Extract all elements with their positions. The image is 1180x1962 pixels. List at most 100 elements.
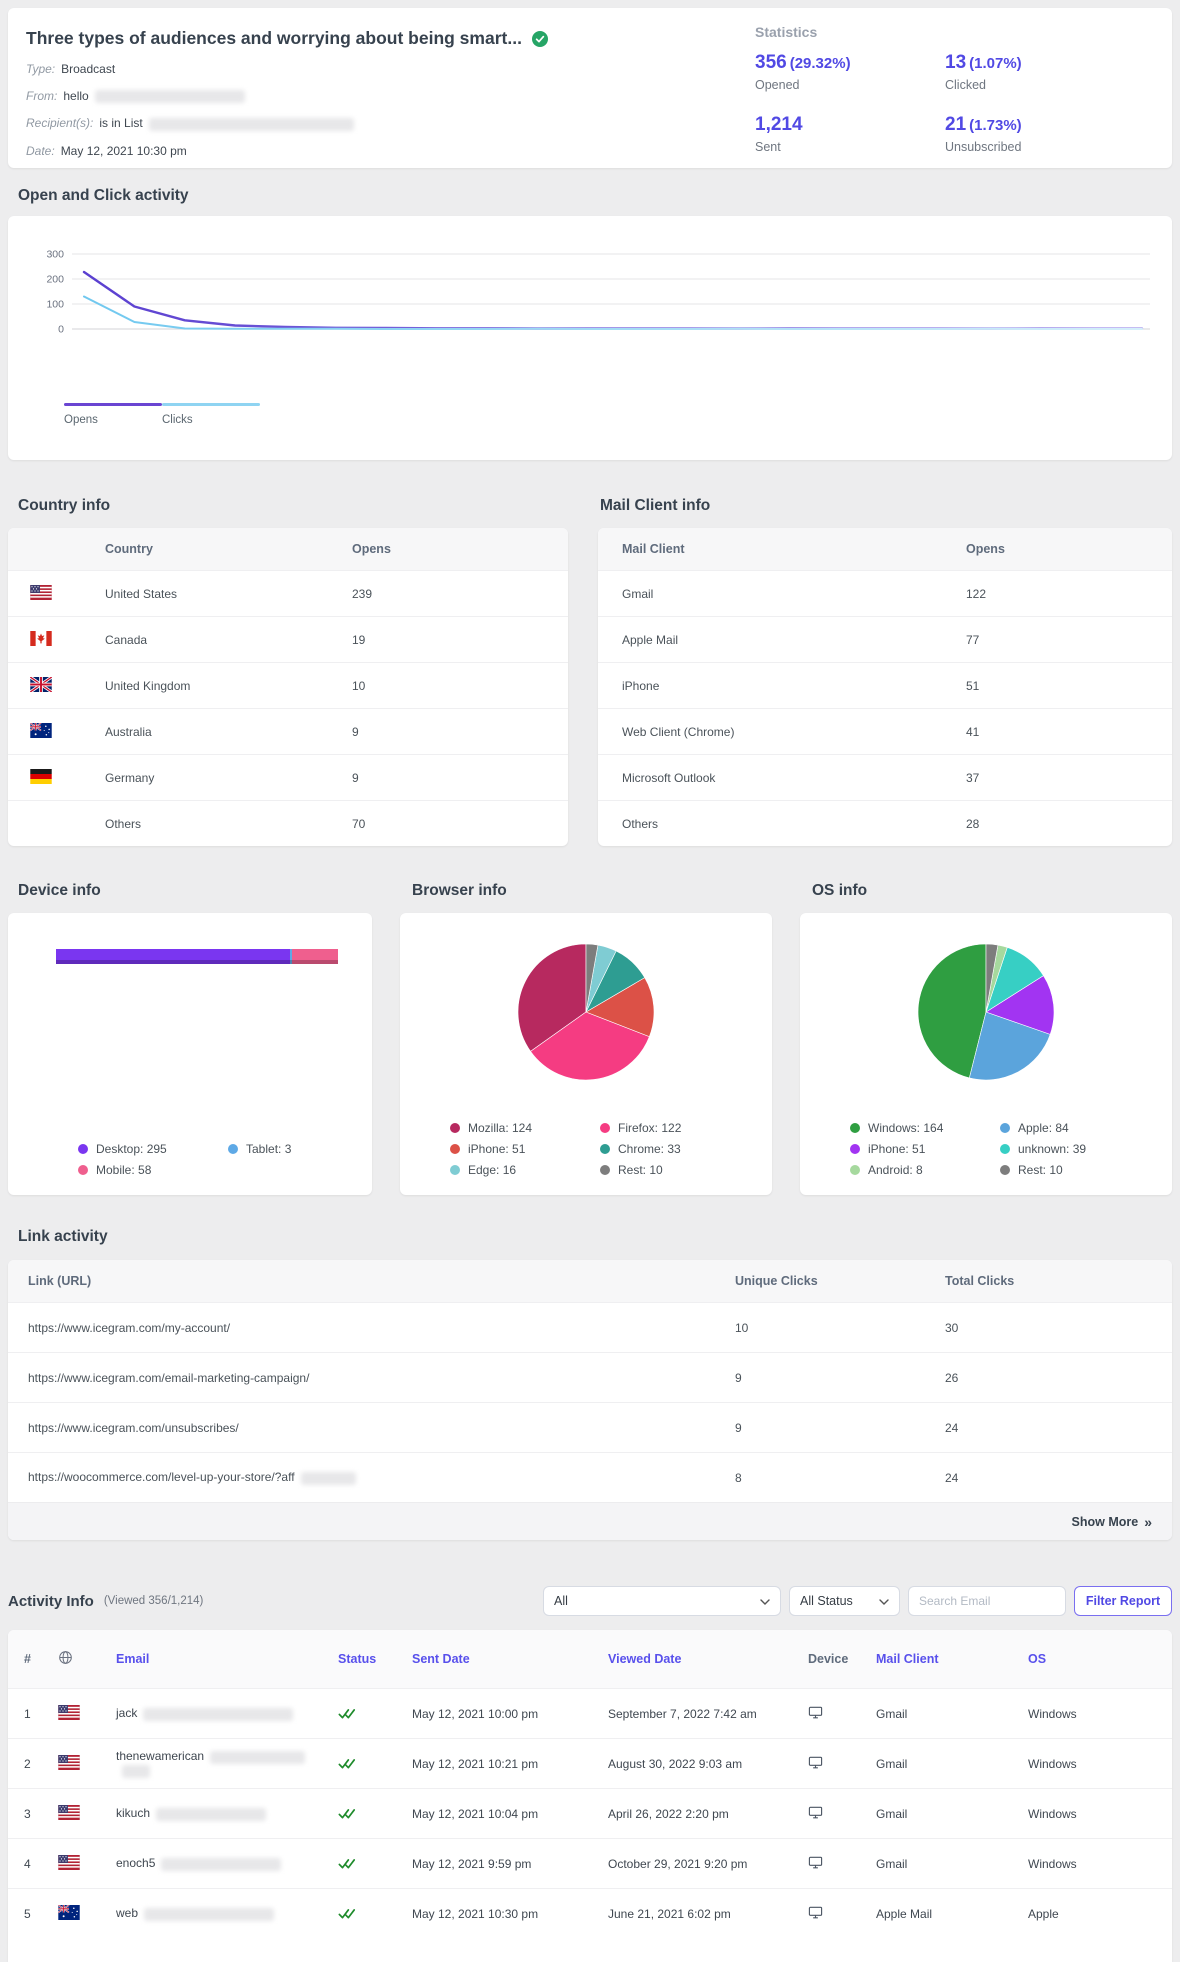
browser-info-card: Mozilla: 124 Firefox: 122 iPhone: 51 Chrome… (400, 913, 772, 1195)
browser-legend: Mozilla: 124 Firefox: 122 iPhone: 51 Chrome… (400, 1121, 772, 1177)
browser-info-heading: Browser info (412, 882, 507, 899)
show-more-link[interactable]: Show More » (1072, 1514, 1152, 1530)
open-click-chart-card: 300 200 100 0 Opens Clicks (8, 216, 1172, 460)
stat-item: 356 (29.32%) Opened (755, 52, 945, 92)
search-email-input[interactable] (908, 1586, 1066, 1616)
legend-item: Tablet: 3 (228, 1142, 352, 1156)
activity-col-header-sent-date: Sent Date (412, 1652, 470, 1666)
os-cell: Windows (1028, 1856, 1077, 1871)
country-opens: 9 (352, 724, 359, 739)
svg-text:0: 0 (58, 324, 64, 336)
activity-col-header-email: Email (116, 1652, 150, 1666)
activity-col-header-device: Device (808, 1652, 849, 1666)
activity-col-header-os: OS (1028, 1652, 1047, 1666)
viewed-count: (Viewed 356/1,214) (103, 1595, 204, 1607)
country-info-heading: Country info (18, 497, 111, 514)
activity-table-card: # Email Status Sent Date Viewed Date Device Ma… (8, 1630, 1172, 1962)
email-prefix: kikuch (116, 1806, 151, 1821)
status-opened-icon (338, 1907, 412, 1921)
mail-client-info-card: Mail Client Opens Gmail 122 Apple Mail 77 iP… (598, 528, 1172, 846)
unique-clicks-value: 8 (735, 1470, 742, 1485)
legend-item: Firefox: 122 (600, 1121, 772, 1135)
legend-item: iPhone: 51 (850, 1142, 1000, 1156)
link-url: https://woocommerce.com/level-up-your-st… (28, 1470, 735, 1485)
meta-value: May 12, 2021 10:30 pm (60, 143, 187, 158)
link-activity-row: https://www.icegram.com/unsubscribes/9 24 (8, 1402, 1172, 1452)
mail-client-name: Others (622, 816, 659, 831)
legend-label: iPhone: 51 (468, 1142, 526, 1156)
legend-line-swatch (64, 403, 162, 406)
legend-color-dot (1000, 1165, 1010, 1175)
country-opens-col-header: Opens (352, 542, 391, 556)
svg-text:100: 100 (46, 299, 64, 311)
check-circle-icon (531, 30, 548, 47)
meta-label: Type: (26, 62, 56, 76)
email-prefix: jack (116, 1706, 138, 1721)
open-click-line-chart: 300 200 100 0 (24, 232, 1156, 357)
sent-date: May 12, 2021 10:00 pm (412, 1706, 539, 1721)
mail-client-name: Microsoft Outlook (622, 770, 716, 785)
de-flag-icon (30, 768, 52, 784)
campaign-filter-select[interactable]: All (543, 1586, 781, 1616)
link-url: https://www.icegram.com/email-marketing-… (28, 1370, 310, 1385)
flag-cell (58, 1804, 116, 1823)
redacted-text (122, 1764, 150, 1778)
country-name: Australia (105, 724, 152, 739)
stat-item: 21 (1.73%) Unsubscribed (945, 114, 1135, 154)
country-name: Canada (105, 632, 148, 647)
mail-client-info-heading: Mail Client info (600, 497, 711, 514)
mail-client-cell: Gmail (876, 1856, 908, 1871)
mail-client-row: Apple Mail 77 (598, 616, 1172, 662)
link-url-col-header: Link (URL) (28, 1274, 92, 1288)
legend-line-swatch (162, 403, 260, 406)
email-cell: enoch5 (116, 1856, 338, 1871)
meta-label: From: (26, 89, 58, 103)
meta-value: hello (63, 89, 89, 103)
flag-cell (30, 630, 105, 649)
viewed-date: June 21, 2021 6:02 pm (608, 1906, 731, 1921)
legend-label: Apple: 84 (1018, 1121, 1069, 1135)
legend-item: Mozilla: 124 (450, 1121, 600, 1135)
legend-color-dot (1000, 1123, 1010, 1133)
unique-clicks-value: 9 (735, 1370, 742, 1385)
email-cell: kikuch (116, 1806, 338, 1821)
au-flag-icon (58, 1904, 80, 1920)
legend-item: Chrome: 33 (600, 1142, 772, 1156)
legend-label: Mozilla: 124 (468, 1121, 533, 1135)
country-opens: 19 (352, 632, 366, 647)
stat-value: 1,214 (755, 114, 803, 135)
browser-pie-chart (400, 927, 772, 1097)
desktop-device-icon (808, 1755, 876, 1773)
status-filter-select[interactable]: All Status (789, 1586, 900, 1616)
activity-row: 3 kikuch May 12, 2021 10:04 pm April 26, 20… (8, 1788, 1172, 1838)
viewed-date: April 26, 2022 2:20 pm (608, 1806, 729, 1821)
meta-value: is in List (99, 116, 143, 131)
activity-row: 4 enoch5 May 12, 2021 9:59 pm October 29, 2… (8, 1838, 1172, 1888)
desktop-device-icon (808, 1805, 876, 1823)
stat-label: Unsubscribed (945, 140, 1022, 154)
email-cell: web (116, 1906, 338, 1921)
legend-color-dot (228, 1144, 238, 1154)
country-name: Germany (105, 770, 155, 785)
mail-client-row: Gmail 122 (598, 570, 1172, 616)
stat-percentage: (1.07%) (969, 55, 1022, 72)
mail-client-cell: Gmail (876, 1706, 908, 1721)
us-flag-icon (58, 1704, 80, 1720)
row-number: 3 (24, 1806, 31, 1821)
no-flag (30, 815, 52, 830)
device-bar-segment-desktop (56, 949, 290, 964)
legend-item: Mobile: 58 (78, 1163, 228, 1177)
mail-client-cell: Apple Mail (876, 1906, 933, 1921)
filter-report-button[interactable]: Filter Report (1074, 1586, 1172, 1616)
unique-clicks-value: 10 (735, 1320, 749, 1335)
legend-item: iPhone: 51 (450, 1142, 600, 1156)
legend-item: Windows: 164 (850, 1121, 1000, 1135)
activity-row: 5 web May 12, 2021 10:30 pm June 21, 2021 6… (8, 1888, 1172, 1938)
desktop-device-icon (808, 1705, 876, 1723)
link-activity-row: https://www.icegram.com/my-account/10 30 (8, 1302, 1172, 1352)
redacted-text (161, 1857, 282, 1871)
legend-color-dot (1000, 1144, 1010, 1154)
legend-item-opens: Opens (64, 403, 162, 426)
mail-client-opens: 51 (966, 678, 980, 693)
stat-value: 21 (945, 114, 967, 135)
